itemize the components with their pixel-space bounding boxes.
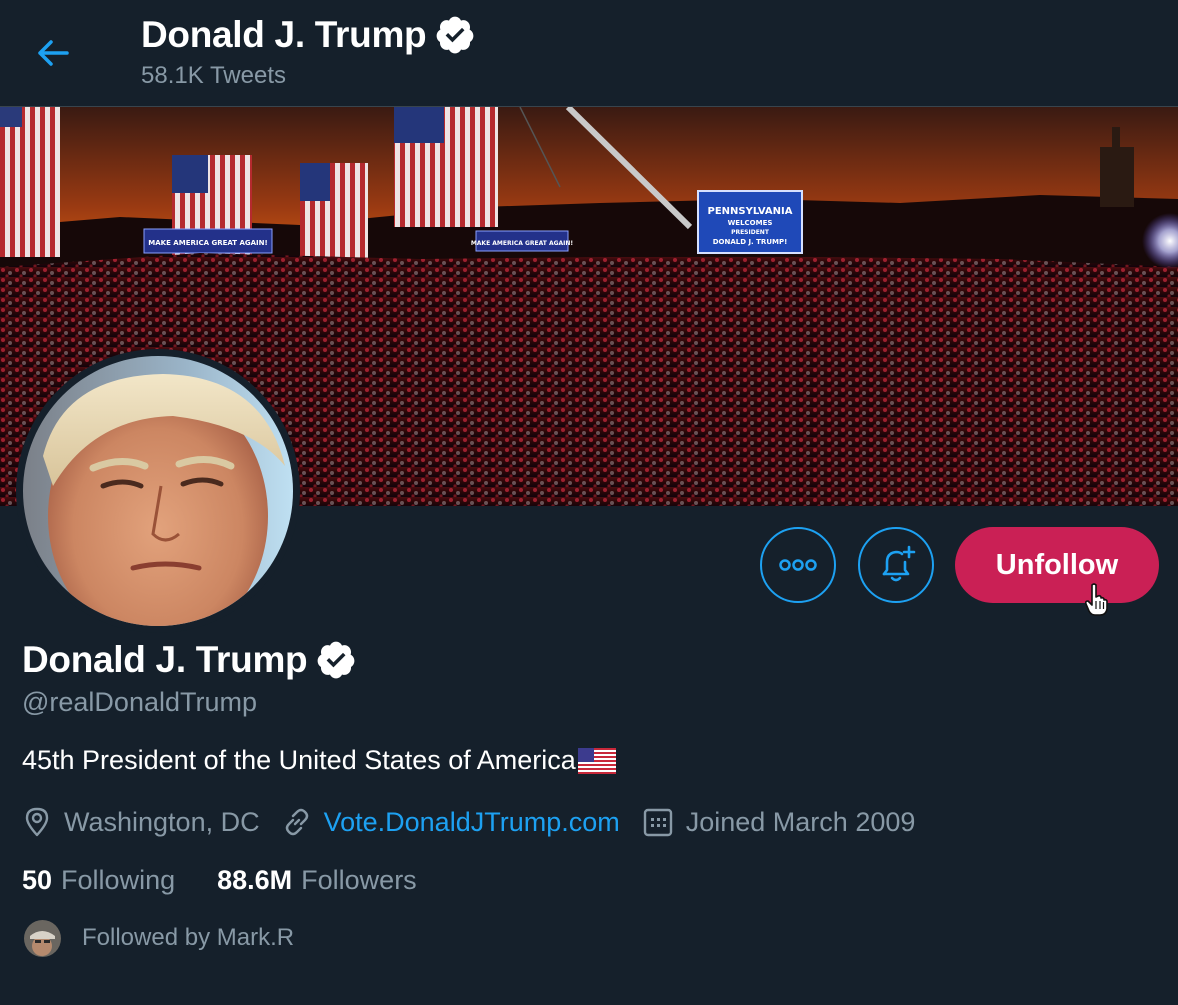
- header-title: Donald J. Trump: [141, 14, 476, 56]
- joined-text: Joined March 2009: [685, 806, 916, 837]
- bio-text: 45th President of the United States of A…: [22, 745, 576, 775]
- follower-photo: [24, 919, 61, 957]
- profile-avatar[interactable]: [16, 349, 300, 633]
- screen-line-3: PRESIDENT: [731, 229, 770, 236]
- website[interactable]: Vote.DonaldJTrump.com: [282, 807, 620, 838]
- profile-meta: Washington, DC Vote.DonaldJTrump.com Joi…: [22, 800, 915, 844]
- calendar-icon: [643, 808, 672, 837]
- profile-name: Donald J. Trump: [22, 638, 357, 682]
- following-stat[interactable]: 50 Following: [22, 865, 175, 896]
- notifications-button[interactable]: [858, 527, 934, 603]
- website-link[interactable]: Vote.DonaldJTrump.com: [324, 807, 620, 838]
- back-button[interactable]: [26, 28, 80, 78]
- location-text: Washington, DC: [64, 806, 260, 837]
- profile-bio: 45th President of the United States of A…: [22, 745, 616, 776]
- verified-badge-icon: [436, 16, 474, 54]
- arrow-left-icon: [38, 40, 69, 66]
- profile-header-bar: Donald J. Trump 58.1K Tweets: [0, 0, 1178, 107]
- banner-sign-left: MAKE AMERICA GREAT AGAIN!: [148, 239, 267, 247]
- hand-cursor-icon: [1084, 583, 1108, 616]
- more-options-button[interactable]: [760, 527, 836, 603]
- join-date: Joined March 2009: [642, 806, 916, 838]
- more-dots-icon: [779, 559, 817, 571]
- tweet-count: 58.1K Tweets: [141, 62, 286, 89]
- followed-by-text: Followed by Mark.R: [82, 924, 295, 951]
- us-flag-icon: [577, 747, 616, 774]
- followers-count: 88.6M: [217, 864, 293, 895]
- profile-handle: @realDonaldTrump: [22, 687, 257, 717]
- profile-photo: [23, 356, 293, 626]
- followers-stat[interactable]: 88.6M Followers: [217, 865, 417, 896]
- location-pin-icon: [25, 807, 49, 837]
- screen-line-2: WELCOMES: [728, 219, 773, 227]
- following-count: 50: [22, 864, 53, 895]
- bell-plus-icon: [882, 545, 916, 582]
- unfollow-button[interactable]: Unfollow: [955, 527, 1159, 603]
- follower-avatar: [24, 919, 61, 957]
- profile-name-text: Donald J. Trump: [22, 639, 308, 680]
- header-name-text: Donald J. Trump: [141, 14, 427, 55]
- location: Washington, DC: [22, 806, 260, 838]
- followed-by[interactable]: Followed by Mark.R: [24, 918, 294, 958]
- followers-label: Followers: [301, 864, 417, 895]
- verified-badge-icon: [317, 641, 355, 679]
- profile-stats: 50 Following 88.6M Followers: [22, 858, 417, 902]
- following-label: Following: [61, 864, 176, 895]
- banner-sign-center: MAKE AMERICA GREAT AGAIN!: [471, 240, 573, 247]
- screen-line-1: PENNSYLVANIA: [708, 206, 793, 217]
- link-icon: [285, 808, 308, 836]
- screen-line-4: DONALD J. TRUMP!: [713, 238, 788, 246]
